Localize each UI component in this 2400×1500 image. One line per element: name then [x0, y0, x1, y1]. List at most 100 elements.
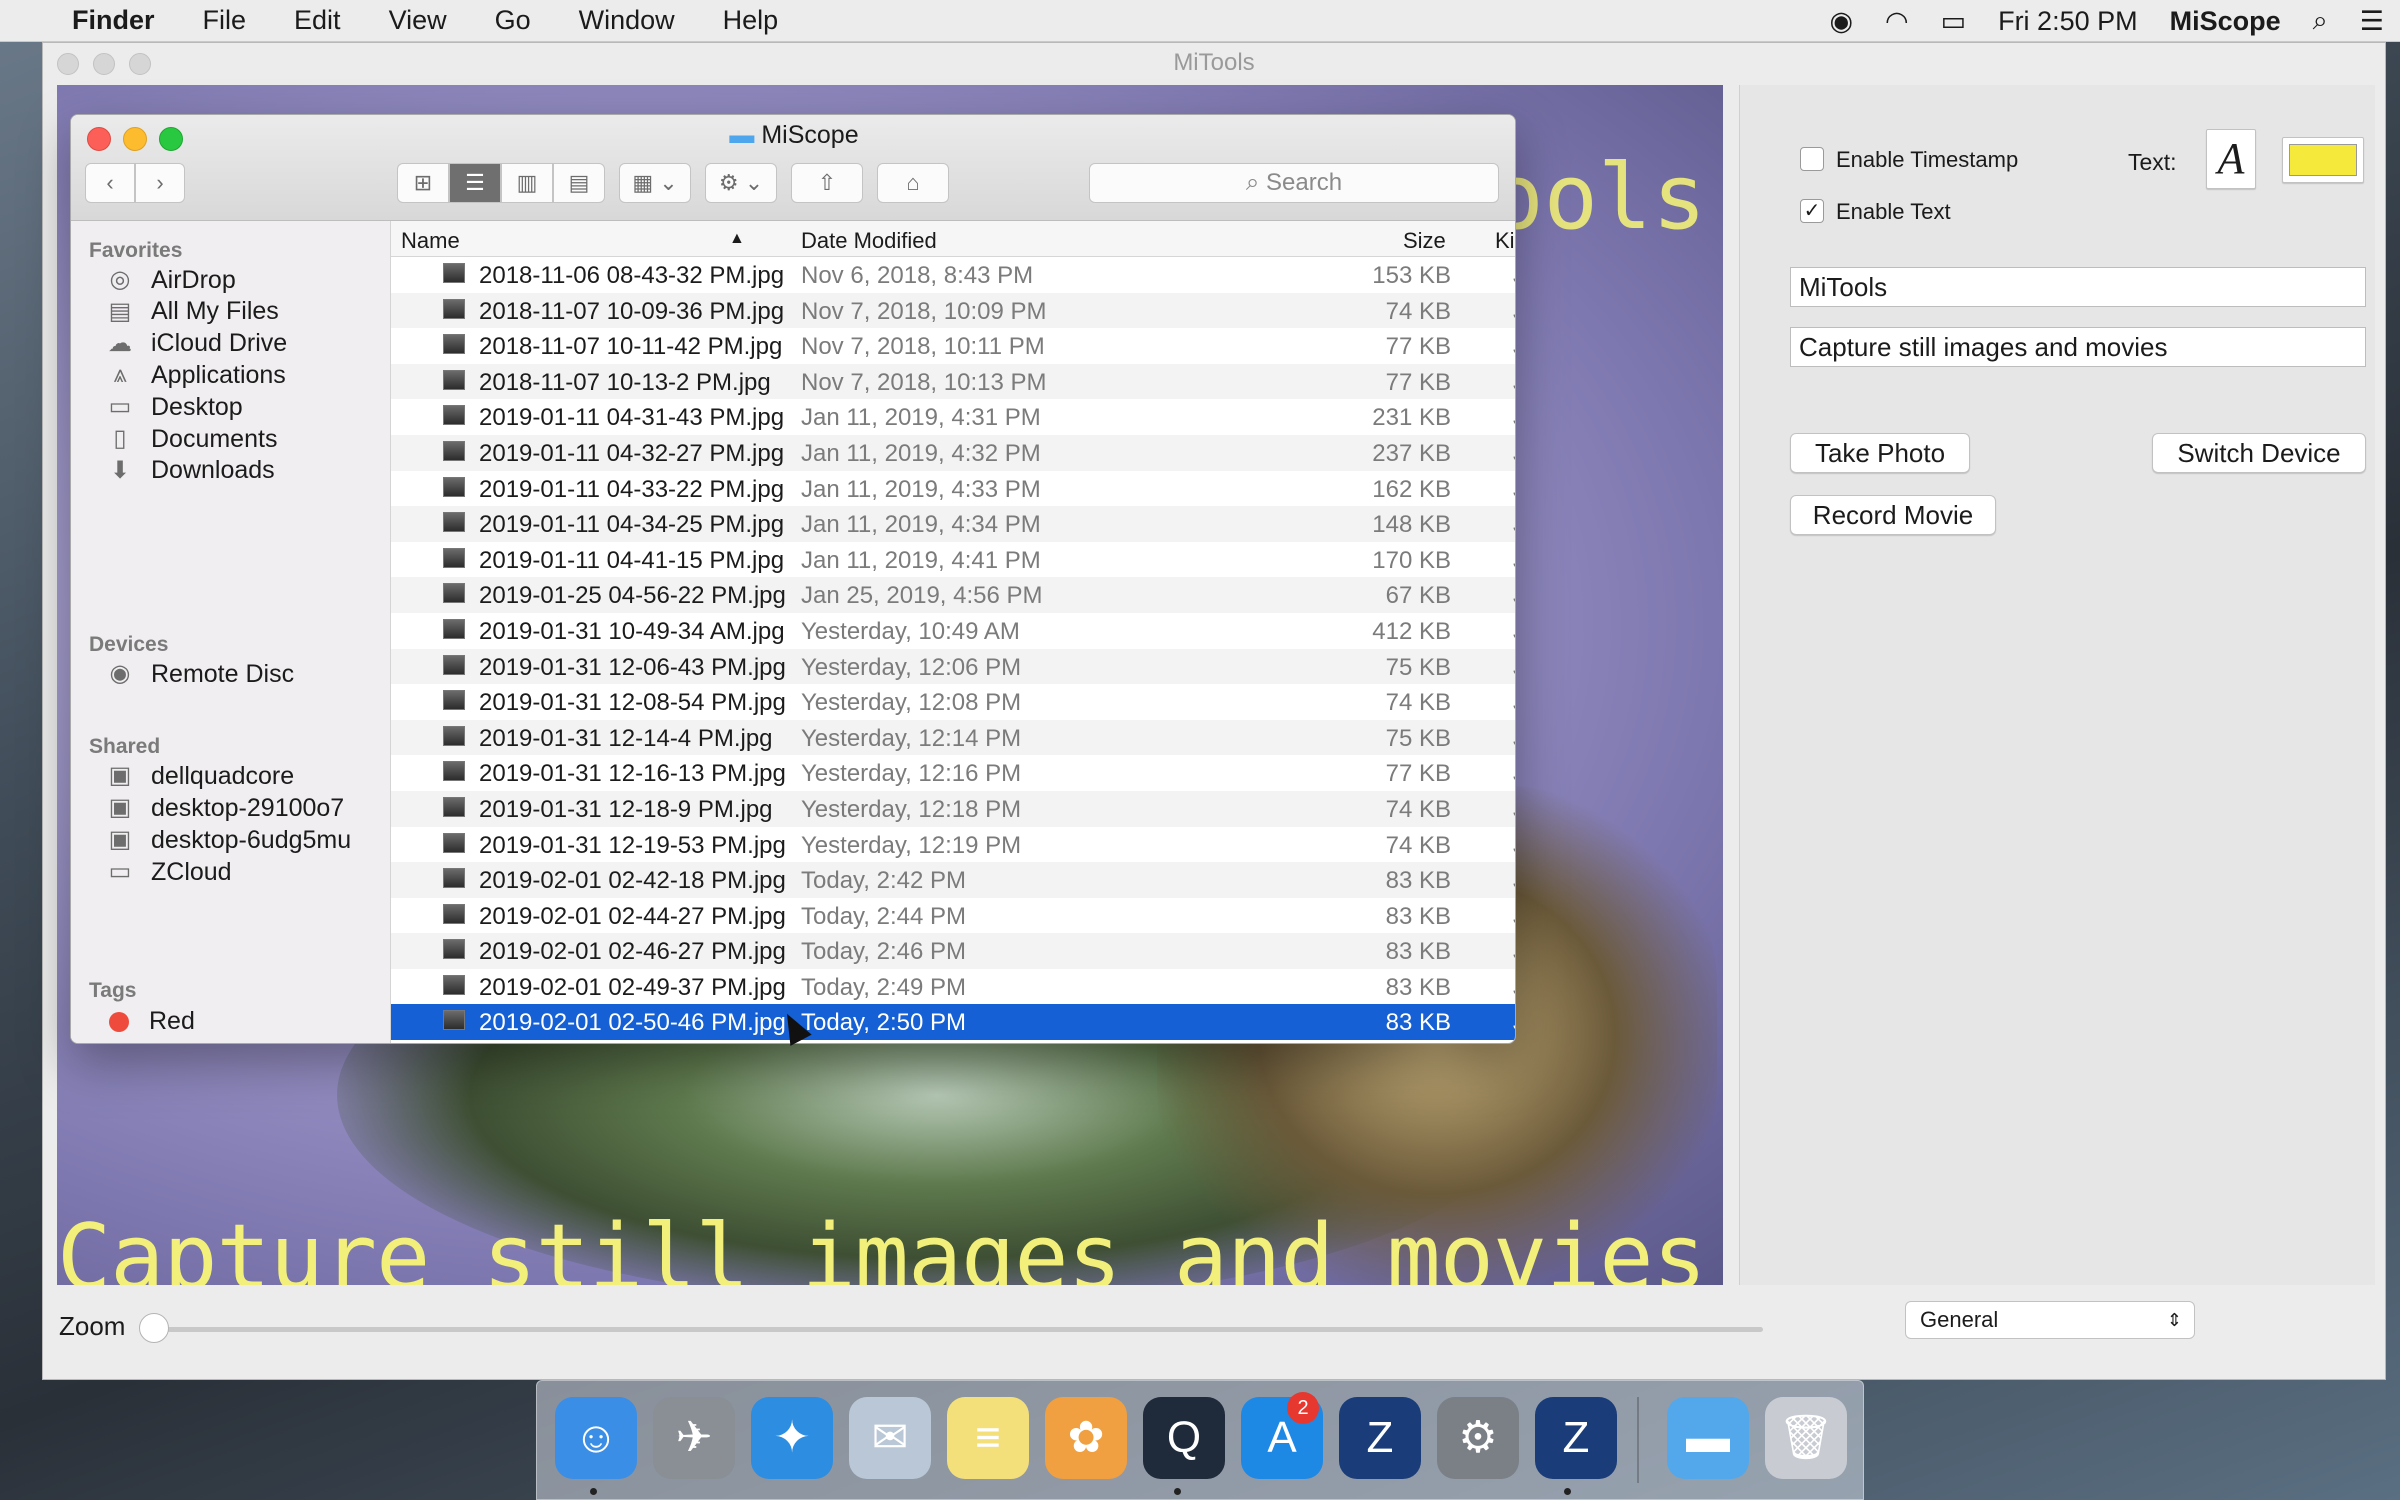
- system-preferences-icon[interactable]: ⚙: [1437, 1397, 1519, 1479]
- z-app-2-icon[interactable]: Z: [1535, 1397, 1617, 1479]
- switch-device-button[interactable]: Switch Device: [2152, 433, 2366, 473]
- trash-icon[interactable]: 🗑: [1765, 1397, 1847, 1479]
- sidebar-item-documents[interactable]: ▯ Documents: [103, 424, 277, 454]
- sidebar-item-zcloud[interactable]: ▭ ZCloud: [103, 857, 232, 887]
- column-view-button[interactable]: ▥: [501, 163, 553, 203]
- image-thumbnail-icon: [443, 369, 465, 390]
- search-field[interactable]: ⌕ Search: [1089, 163, 1499, 203]
- spotlight-icon[interactable]: ⌕: [2297, 5, 2344, 37]
- file-row[interactable]: 2019-02-01 02-44-27 PM.jpg Today, 2:44 PM…: [391, 898, 1515, 934]
- file-row[interactable]: 2019-01-25 04-56-22 PM.jpg Jan 25, 2019, …: [391, 577, 1515, 613]
- photos-icon[interactable]: ✿: [1045, 1397, 1127, 1479]
- text-color-well[interactable]: [2282, 137, 2364, 183]
- file-row[interactable]: 2019-01-11 04-32-27 PM.jpg Jan 11, 2019, …: [391, 434, 1515, 471]
- sidebar-tag-red[interactable]: Red: [103, 1007, 195, 1036]
- file-row[interactable]: 2019-02-01 02-49-37 PM.jpg Today, 2:49 PM…: [391, 969, 1515, 1005]
- sidebar-item-all-my-files[interactable]: ▤ All My Files: [103, 297, 279, 327]
- sort-ascending-icon[interactable]: ▲: [729, 230, 745, 248]
- list-view-button[interactable]: ☰: [449, 163, 501, 203]
- sidebar-item-desktop-6udg5mu[interactable]: ▣ desktop-6udg5mu: [103, 825, 351, 855]
- file-row[interactable]: 2019-01-11 04-31-43 PM.jpg Jan 11, 2019, …: [391, 399, 1515, 435]
- sidebar-item-downloads[interactable]: ⬇ Downloads: [103, 456, 275, 486]
- sidebar-item-dellquadcore[interactable]: ▣ dellquadcore: [103, 761, 295, 791]
- screen-record-icon[interactable]: ◉: [1813, 6, 1869, 37]
- notes-icon[interactable]: ≡: [947, 1397, 1029, 1479]
- text-field-title[interactable]: MiTools: [1790, 267, 2366, 307]
- z-app-icon[interactable]: Z: [1339, 1397, 1421, 1479]
- file-row[interactable]: 2019-01-31 12-14-4 PM.jpg Yesterday, 12:1…: [391, 719, 1515, 756]
- file-row[interactable]: 2018-11-07 10-13-2 PM.jpg Nov 7, 2018, 10…: [391, 363, 1515, 400]
- take-photo-button[interactable]: Take Photo: [1790, 433, 1970, 473]
- sidebar-item-label: Documents: [151, 424, 278, 453]
- column-size-header[interactable]: Size: [1403, 228, 1446, 254]
- quicktime-icon[interactable]: Q: [1143, 1397, 1225, 1479]
- image-thumbnail-icon: [443, 440, 465, 461]
- file-row[interactable]: 2018-11-06 08-43-32 PM.jpg Nov 6, 2018, 8…: [391, 257, 1515, 293]
- forward-button[interactable]: ›: [135, 163, 185, 203]
- text-field-caption[interactable]: Capture still images and movies: [1790, 327, 2366, 367]
- zoom-button[interactable]: [129, 53, 151, 75]
- sidebar-item-applications[interactable]: ⩓ Applications: [103, 360, 286, 390]
- file-row[interactable]: 2019-01-11 04-34-25 PM.jpg Jan 11, 2019, …: [391, 506, 1515, 542]
- action-gear-button[interactable]: ⚙ ⌄: [705, 163, 777, 203]
- launchpad-icon[interactable]: ✈: [653, 1397, 735, 1479]
- wifi-icon[interactable]: ◠: [1869, 6, 1925, 37]
- file-row[interactable]: 2018-11-07 10-09-36 PM.jpg Nov 7, 2018, 1…: [391, 292, 1515, 329]
- general-select[interactable]: General ⇕: [1905, 1301, 2195, 1339]
- column-kind-header[interactable]: Ki: [1495, 228, 1515, 254]
- finder-icon[interactable]: ☺: [555, 1397, 637, 1479]
- sidebar-item-desktop[interactable]: ▭ Desktop: [103, 392, 243, 422]
- file-row[interactable]: 2019-01-31 12-06-43 PM.jpg Yesterday, 12:…: [391, 648, 1515, 685]
- zoom-slider-knob[interactable]: [139, 1313, 169, 1343]
- menu-app-name[interactable]: Finder: [48, 5, 179, 36]
- font-button[interactable]: A: [2206, 129, 2256, 189]
- clock[interactable]: Fri 2:50 PM: [1982, 6, 2154, 37]
- minimize-button[interactable]: [93, 53, 115, 75]
- file-row[interactable]: 2019-01-31 12-16-13 PM.jpg Yesterday, 12:…: [391, 755, 1515, 791]
- safari-icon[interactable]: ✦: [751, 1397, 833, 1479]
- group-by-button[interactable]: ▦ ⌄: [619, 163, 691, 203]
- sidebar-item-airdrop[interactable]: ◎ AirDrop: [103, 265, 236, 295]
- file-row[interactable]: 2019-01-11 04-33-22 PM.jpg Jan 11, 2019, …: [391, 471, 1515, 507]
- file-size: 75 KB: [1385, 724, 1451, 752]
- enable-timestamp-checkbox[interactable]: [1800, 147, 1824, 171]
- folder-icon[interactable]: ▬: [1667, 1397, 1749, 1479]
- menu-view[interactable]: View: [365, 5, 471, 36]
- menu-window[interactable]: Window: [555, 5, 699, 36]
- sidebar-item-remote-disc[interactable]: ◉ Remote Disc: [103, 659, 295, 689]
- battery-icon[interactable]: ▭: [1925, 6, 1983, 37]
- file-row[interactable]: 2019-01-31 10-49-34 AM.jpg Yesterday, 10:…: [391, 613, 1515, 649]
- menu-edit[interactable]: Edit: [270, 5, 365, 36]
- back-button[interactable]: ‹: [85, 163, 135, 203]
- zoom-slider-track[interactable]: [143, 1327, 1763, 1332]
- sidebar-item-desktop-29100o7[interactable]: ▣ desktop-29100o7: [103, 793, 345, 823]
- file-name: 2019-01-11 04-33-22 PM.jpg: [479, 475, 785, 503]
- icon-view-button[interactable]: ⊞: [397, 163, 449, 203]
- column-name-header[interactable]: Name: [401, 228, 460, 254]
- file-row[interactable]: 2019-01-11 04-41-15 PM.jpg Jan 11, 2019, …: [391, 542, 1515, 578]
- file-row[interactable]: 2019-01-31 12-18-9 PM.jpg Yesterday, 12:1…: [391, 790, 1515, 827]
- menu-extra-app[interactable]: MiScope: [2154, 6, 2297, 37]
- file-row[interactable]: 2018-11-07 10-11-42 PM.jpg Nov 7, 2018, 1…: [391, 328, 1515, 364]
- cover-flow-button[interactable]: ▤: [553, 163, 605, 203]
- column-date-header[interactable]: Date Modified: [801, 228, 937, 254]
- menu-file[interactable]: File: [179, 5, 271, 36]
- mail-icon[interactable]: ✉: [849, 1397, 931, 1479]
- enable-text-checkbox[interactable]: ✓: [1800, 199, 1824, 223]
- file-row[interactable]: 2019-02-01 02-42-18 PM.jpg Today, 2:42 PM…: [391, 862, 1515, 898]
- menu-help[interactable]: Help: [699, 5, 803, 36]
- tags-button[interactable]: ⌂: [877, 163, 949, 203]
- sidebar-item-icloud-drive[interactable]: ☁ iCloud Drive: [103, 329, 287, 359]
- record-movie-button[interactable]: Record Movie: [1790, 495, 1996, 535]
- file-name: 2019-02-01 02-50-46 PM.jpg: [479, 1009, 786, 1037]
- computer-icon: ▣: [108, 794, 132, 821]
- file-row[interactable]: 2019-01-31 12-19-53 PM.jpg Yesterday, 12:…: [391, 827, 1515, 863]
- menu-go[interactable]: Go: [471, 5, 555, 36]
- notification-center-icon[interactable]: ☰: [2344, 6, 2400, 37]
- file-row[interactable]: 2019-02-01 02-50-46 PM.jpg Today, 2:50 PM…: [391, 1004, 1515, 1041]
- share-button[interactable]: ⇧: [791, 163, 863, 203]
- file-row[interactable]: 2019-01-31 12-08-54 PM.jpg Yesterday, 12:…: [391, 684, 1515, 720]
- file-row[interactable]: 2019-02-01 02-46-27 PM.jpg Today, 2:46 PM…: [391, 933, 1515, 969]
- image-thumbnail-icon: [443, 476, 465, 497]
- close-button[interactable]: [57, 53, 79, 75]
